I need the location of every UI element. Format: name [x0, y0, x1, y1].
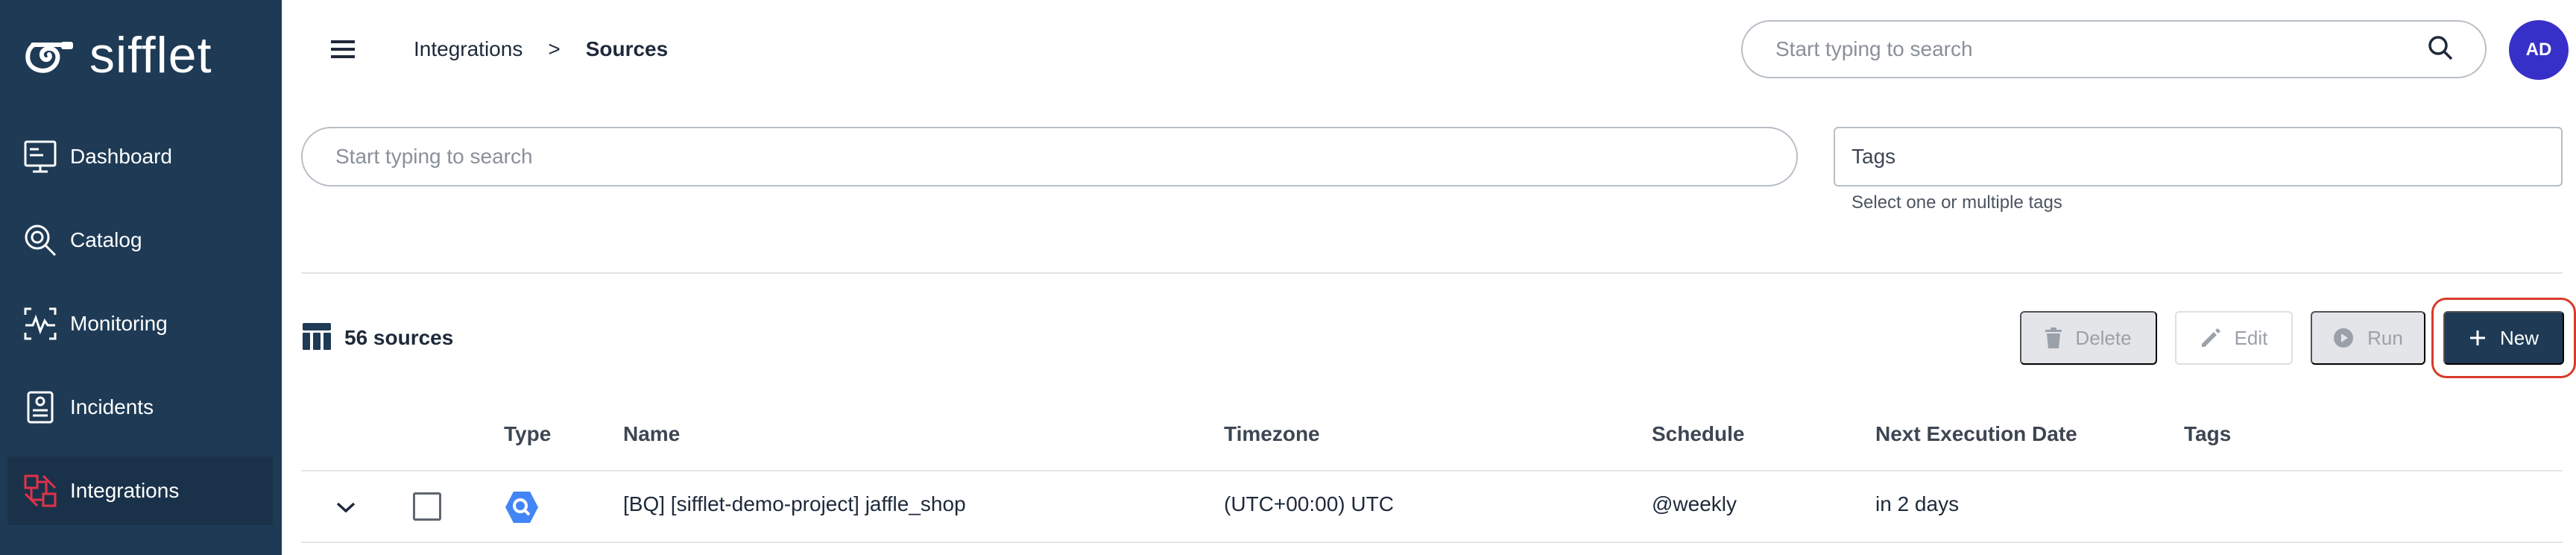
table-icon [301, 322, 332, 355]
sidebar-item-label: Dashboard [70, 145, 172, 168]
dashboard-icon [19, 136, 61, 178]
new-button[interactable]: New [2443, 311, 2564, 365]
tags-label: Tags [1852, 145, 1896, 168]
source-search-input[interactable] [335, 145, 1764, 169]
chevron-down-icon[interactable] [331, 492, 361, 522]
run-label: Run [2367, 326, 2403, 349]
sifflet-logo[interactable]: sifflet [25, 30, 212, 81]
row-schedule: @weekly [1652, 492, 1737, 515]
row-next-execution: in 2 days [1875, 492, 1960, 515]
trash-icon [2045, 327, 2062, 348]
sources-count-label: 56 sources [344, 326, 454, 349]
play-icon [2333, 327, 2354, 348]
sidebar: sifflet Dashboard Catalog Monitoring Inc… [0, 0, 282, 555]
sources-count: 56 sources [301, 321, 453, 355]
global-search [1741, 20, 2487, 78]
sidebar-item-monitoring[interactable]: Monitoring [7, 289, 273, 358]
logo-text: sifflet [89, 27, 212, 84]
column-header-timezone[interactable]: Timezone [1224, 422, 1320, 446]
table-row[interactable]: [BQ] [sifflet-demo-project] jaffle_shop … [301, 470, 2563, 543]
monitoring-icon [19, 303, 61, 345]
run-button[interactable]: Run [2311, 311, 2425, 365]
whistle-logo-icon [25, 42, 73, 73]
avatar[interactable]: AD [2509, 20, 2569, 80]
column-header-tags[interactable]: Tags [2184, 422, 2231, 446]
sidebar-item-dashboard[interactable]: Dashboard [7, 122, 273, 191]
column-header-type[interactable]: Type [504, 422, 551, 446]
sidebar-item-label: Integrations [70, 479, 180, 502]
edit-label: Edit [2234, 326, 2268, 349]
new-label: New [2499, 326, 2539, 349]
delete-button[interactable]: Delete [2020, 311, 2157, 365]
sidebar-item-catalog[interactable]: Catalog [7, 206, 273, 275]
sidebar-item-integrations[interactable]: Integrations [7, 457, 273, 525]
menu-icon[interactable] [325, 34, 361, 64]
row-checkbox[interactable] [413, 492, 441, 521]
search-icon[interactable] [2425, 33, 2455, 66]
column-header-name[interactable]: Name [623, 422, 680, 446]
pencil-icon [2200, 327, 2221, 348]
tags-hint: Select one or multiple tags [1852, 192, 2062, 213]
delete-label: Delete [2075, 326, 2132, 349]
integrations-icon [19, 470, 61, 512]
column-header-next-execution-date[interactable]: Next Execution Date [1875, 422, 2077, 446]
breadcrumb-integrations[interactable]: Integrations [414, 37, 523, 61]
sidebar-item-label: Catalog [70, 228, 142, 251]
bigquery-icon [504, 489, 540, 525]
plus-icon [2469, 329, 2487, 347]
column-header-schedule[interactable]: Schedule [1652, 422, 1744, 446]
breadcrumb: Integrations > Sources [414, 34, 668, 64]
breadcrumb-separator: > [548, 37, 561, 60]
breadcrumb-sources: Sources [585, 37, 669, 60]
tags-select[interactable]: Tags [1834, 127, 2563, 186]
sidebar-item-incidents[interactable]: Incidents [7, 373, 273, 442]
catalog-icon [19, 219, 61, 261]
source-search [301, 127, 1798, 186]
divider [301, 272, 2563, 274]
row-name[interactable]: [BQ] [sifflet-demo-project] jaffle_shop [623, 492, 966, 516]
incidents-icon [19, 386, 61, 428]
sidebar-item-label: Incidents [70, 395, 154, 418]
edit-button[interactable]: Edit [2175, 311, 2293, 365]
global-search-input[interactable] [1775, 37, 2425, 61]
row-timezone: (UTC+00:00) UTC [1224, 492, 1394, 515]
sidebar-item-label: Monitoring [70, 312, 168, 335]
